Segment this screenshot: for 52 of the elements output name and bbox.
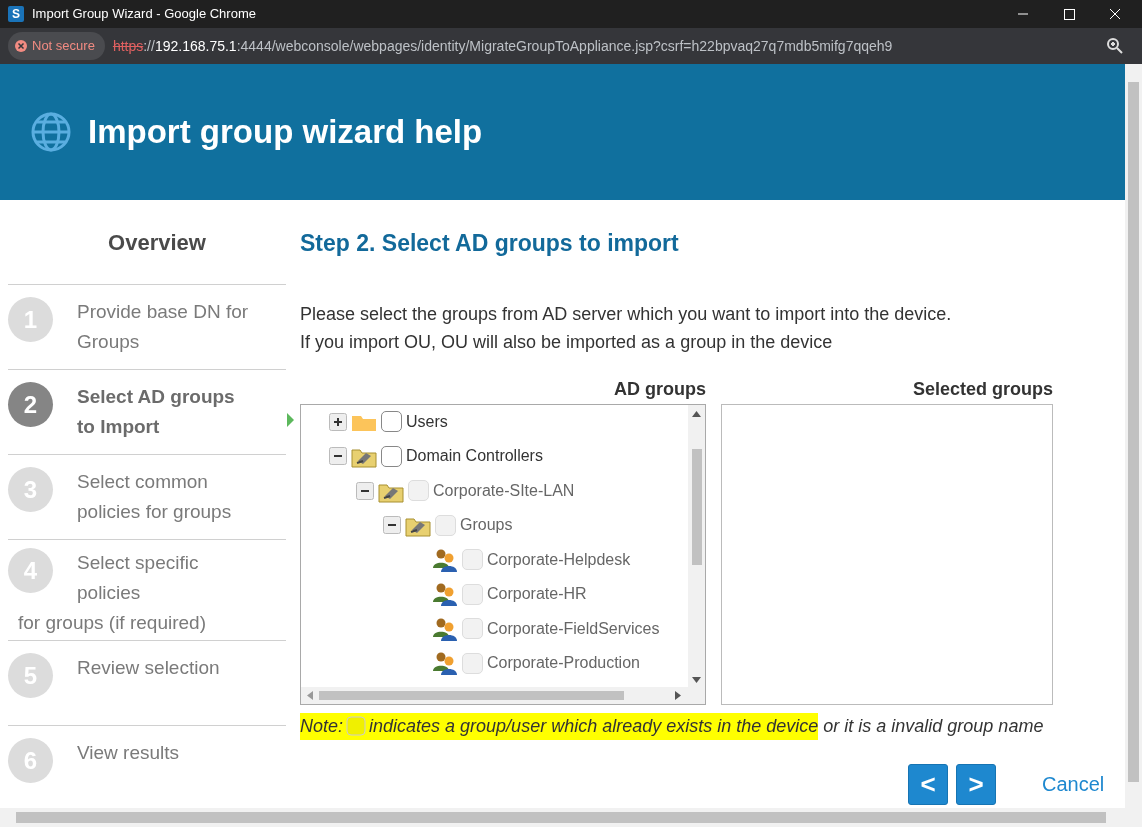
step-label[interactable]: Select AD groups to Import bbox=[77, 382, 235, 442]
next-button[interactable]: > bbox=[956, 763, 996, 805]
checkbox[interactable] bbox=[381, 445, 402, 467]
people-icon bbox=[432, 651, 458, 676]
column-title: Selected groups bbox=[911, 377, 1053, 401]
note-text: or it is a invalid group name bbox=[823, 714, 1044, 738]
scroll-left-icon bbox=[307, 690, 313, 700]
globe-icon bbox=[30, 111, 72, 153]
scrollbar[interactable] bbox=[0, 808, 1142, 827]
sidebar-title: Overview bbox=[108, 228, 206, 257]
note-text: indicates a group/user which already exists in the device bbox=[369, 712, 819, 740]
step-heading: Step 2. Select AD groups to import bbox=[300, 230, 680, 258]
security-badge[interactable]: Not secure bbox=[8, 32, 105, 60]
step-label[interactable]: Provide base DN for Groups bbox=[77, 297, 249, 357]
collapse-icon[interactable] bbox=[329, 447, 347, 466]
expand-icon[interactable] bbox=[329, 412, 347, 431]
step-label[interactable]: for groups (if required) bbox=[18, 608, 286, 638]
step-label[interactable]: Select specific policies bbox=[77, 548, 199, 608]
scrollbar[interactable] bbox=[301, 686, 705, 704]
window-title: Import Group Wizard - Google Chrome bbox=[32, 5, 257, 24]
tree-item[interactable]: Domain Controllers bbox=[406, 444, 543, 469]
scroll-thumb[interactable] bbox=[1128, 82, 1139, 782]
warning-icon bbox=[14, 39, 28, 53]
url-text[interactable]: https://192.168.75.1:4444/webconsole/webpages/identity/MigrateGroupToAppliance.jsp?csrf=h22bpvaq27q7mdb5mifg7qqeh9 bbox=[112, 35, 1098, 57]
scroll-down-icon bbox=[692, 676, 701, 683]
people-icon bbox=[432, 547, 458, 572]
scroll-thumb[interactable] bbox=[16, 812, 1106, 823]
step-number[interactable]: 2 bbox=[8, 382, 53, 427]
pointer-icon bbox=[287, 413, 294, 427]
scroll-right-icon bbox=[675, 690, 681, 700]
note-label: Note: bbox=[300, 712, 344, 740]
people-icon bbox=[432, 582, 458, 607]
column-title: AD groups bbox=[613, 377, 706, 401]
description-text: If you import OU, OU will also be imported as a group in the device bbox=[300, 330, 834, 354]
scroll-thumb[interactable] bbox=[319, 690, 624, 700]
scrollbar[interactable] bbox=[688, 404, 705, 689]
description-text: Please select the groups from AD server which you want to import into the device. bbox=[300, 302, 953, 326]
scroll-up-icon bbox=[692, 410, 701, 417]
checkbox[interactable] bbox=[381, 411, 402, 433]
cancel-link[interactable]: Cancel bbox=[1042, 769, 1105, 800]
scrollbar[interactable] bbox=[1125, 64, 1142, 808]
step-label[interactable]: Review selection bbox=[77, 653, 220, 698]
step-label[interactable]: Select common policies for groups bbox=[77, 467, 232, 527]
page-title: Import group wizard help bbox=[88, 112, 483, 152]
app-logo: S bbox=[8, 6, 24, 22]
checkbox-icon bbox=[346, 716, 367, 737]
scroll-thumb[interactable] bbox=[692, 448, 702, 565]
step-label[interactable]: View results bbox=[77, 738, 180, 783]
back-button[interactable]: < bbox=[908, 763, 948, 805]
tree-item[interactable]: Users bbox=[406, 409, 448, 434]
people-icon bbox=[432, 616, 458, 641]
zoom-icon[interactable] bbox=[1106, 37, 1124, 55]
